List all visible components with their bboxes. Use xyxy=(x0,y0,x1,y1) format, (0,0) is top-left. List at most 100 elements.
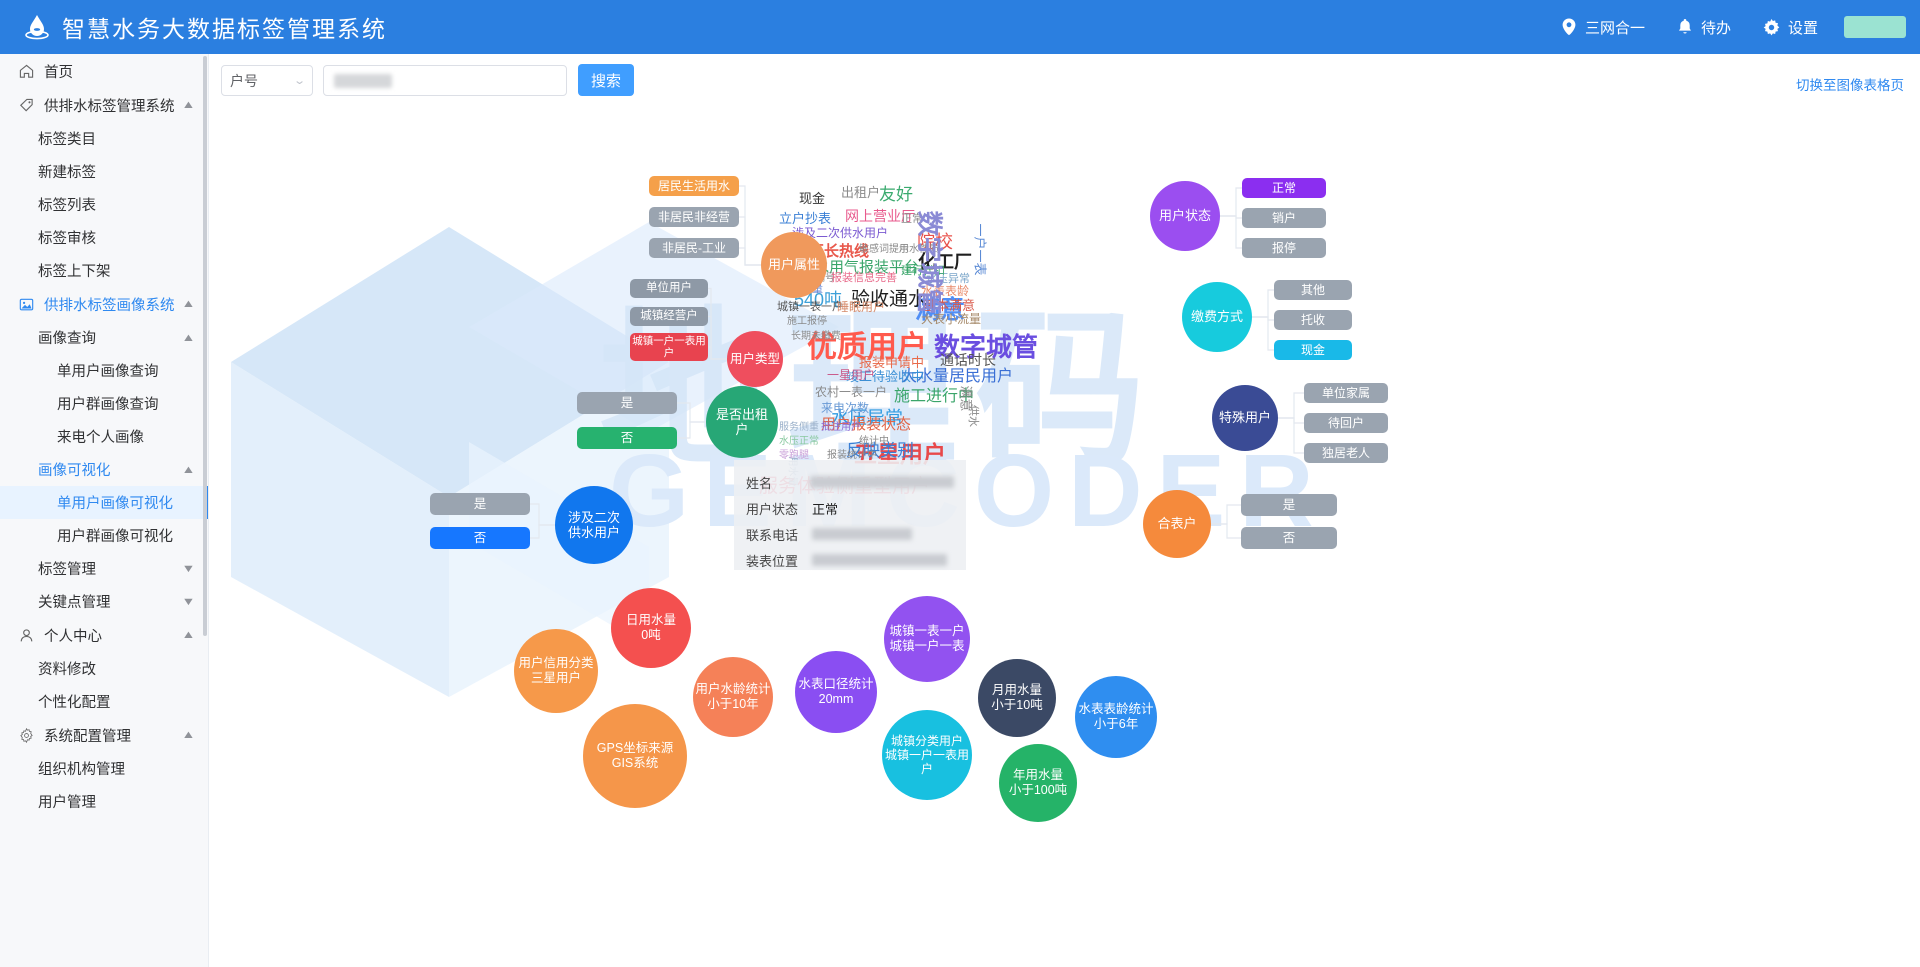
sidebar-item-1[interactable]: 供排水标签管理系统 ▲ xyxy=(0,88,208,122)
search-type-value: 户号 xyxy=(230,72,258,89)
sidebar-item-8[interactable]: 画像查询 ▲ xyxy=(0,321,208,354)
mindmap-node-n7c[interactable]: 独居老人 xyxy=(1304,443,1388,463)
sidebar: 首页 供排水标签管理系统 ▲ 标签类目 新建标签 标签列表 标签审核 标签上下架 供排水标签画像… xyxy=(0,54,209,967)
mindmap-node-n5a[interactable]: 正常 xyxy=(1242,178,1326,198)
mindmap-node-n1a[interactable]: 居民生活用水 xyxy=(649,176,739,196)
header-item-label: 待办 xyxy=(1700,19,1731,37)
mindmap-node-b9[interactable]: 年用水量 小于100吨 xyxy=(999,744,1077,822)
sidebar-item-0[interactable]: 首页 xyxy=(0,54,208,88)
sidebar-item-3[interactable]: 新建标签 xyxy=(0,155,208,188)
sidebar-item-15[interactable]: 标签管理 ▼ xyxy=(0,552,208,585)
mindmap-node-label: 托收 xyxy=(1300,312,1325,327)
sidebar-item-20[interactable]: 系统配置管理 ▲ xyxy=(0,718,208,752)
word-cloud-term-45[interactable]: 水压正常 xyxy=(779,432,819,447)
mindmap-node-n1b[interactable]: 非居民非经营 xyxy=(649,207,739,227)
sidebar-item-4[interactable]: 标签列表 xyxy=(0,188,208,221)
sidebar-item-12[interactable]: 画像可视化 ▲ xyxy=(0,453,208,486)
mindmap-node-n3a[interactable]: 是 xyxy=(577,392,677,414)
mindmap-node-n6b[interactable]: 托收 xyxy=(1274,310,1352,330)
sidebar-item-19[interactable]: 个性化配置 xyxy=(0,685,208,718)
sidebar-item-6[interactable]: 标签上下架 xyxy=(0,254,208,287)
mindmap-node-b3[interactable]: GPS坐标来源 GIS系统 xyxy=(583,704,687,808)
mindmap-node-n5[interactable]: 用户状态 xyxy=(1150,181,1220,251)
word-cloud-term-47[interactable]: 报装统计中 xyxy=(827,446,877,461)
mindmap-node-n3[interactable]: 是否出租 户 xyxy=(706,386,778,458)
sidebar-item-16[interactable]: 关键点管理 ▼ xyxy=(0,585,208,618)
mindmap-node-n4[interactable]: 涉及二次 供水用户 xyxy=(555,486,633,564)
word-cloud-term-37[interactable]: 睡眠用户 xyxy=(837,298,885,315)
word-cloud-term-53[interactable]: 供水 xyxy=(966,405,982,427)
sidebar-item-7[interactable]: 供排水标签画像系统 ▲ xyxy=(0,287,208,321)
word-cloud-term-15[interactable]: 友好 xyxy=(879,180,913,205)
sidebar-item-10[interactable]: 用户群画像查询 xyxy=(0,387,208,420)
sidebar-item-22[interactable]: 用户管理 xyxy=(0,785,208,818)
mindmap-node-n6a[interactable]: 其他 xyxy=(1274,280,1352,300)
mindmap-node-b6[interactable]: 城镇一表一户 城镇一户一表 xyxy=(884,596,970,682)
header-item-sanwang[interactable]: 三网合一 xyxy=(1545,17,1661,38)
mindmap-node-n8b[interactable]: 否 xyxy=(1241,527,1337,549)
mindmap-node-n7b[interactable]: 待回户 xyxy=(1304,413,1388,433)
mindmap-node-n2a[interactable]: 单位用户 xyxy=(630,279,708,298)
mindmap-node-n6c[interactable]: 现金 xyxy=(1274,340,1352,360)
word-cloud-term-17[interactable]: 现金 xyxy=(799,188,825,207)
sidebar-item-2[interactable]: 标签类目 xyxy=(0,122,208,155)
mindmap-node-n4b[interactable]: 否 xyxy=(430,527,530,549)
avatar[interactable] xyxy=(1844,16,1906,38)
word-cloud-term-49[interactable]: 统计中 xyxy=(859,432,889,447)
word-cloud-term-31[interactable]: 农村一表一户 xyxy=(815,383,887,400)
mindmap-node-n3b[interactable]: 否 xyxy=(577,427,677,449)
sidebar-item-9[interactable]: 单用户画像查询 xyxy=(0,354,208,387)
header-item-settings[interactable]: 设置 xyxy=(1747,17,1834,38)
header-item-todo[interactable]: 待办 xyxy=(1661,17,1747,38)
word-cloud-term-51[interactable]: 数字城管 xyxy=(913,210,950,314)
sidebar-scrollbar[interactable] xyxy=(203,56,207,636)
mindmap-node-n2c[interactable]: 城镇一户一表用 户 xyxy=(630,333,708,361)
mindmap-node-n2[interactable]: 用户类型 xyxy=(727,331,783,387)
info-row-label: 用户状态 xyxy=(746,501,799,517)
sidebar-item-5[interactable]: 标签审核 xyxy=(0,221,208,254)
mindmap-node-b5[interactable]: 水表口径统计 20mm xyxy=(795,651,877,733)
search-type-select[interactable]: 户号 ⌄ xyxy=(221,65,313,96)
word-cloud-term-30[interactable]: 一星用户 xyxy=(827,366,875,383)
header-actions: 三网合一 待办 设置 xyxy=(1545,16,1906,38)
word-cloud-term-32[interactable]: 来电次数 xyxy=(821,399,869,416)
word-cloud-term-44[interactable]: 服务侧重 xyxy=(779,418,819,433)
mindmap-node-b7[interactable]: 城镇分类用户 城镇一户一表用 户 xyxy=(882,710,972,800)
search-input[interactable] xyxy=(323,65,567,96)
word-cloud-term-50[interactable]: 一户一表 xyxy=(972,223,991,275)
mindmap-node-b1[interactable]: 用户信用分类 三星用户 xyxy=(514,629,598,713)
search-button[interactable]: 搜索 xyxy=(578,64,634,96)
sidebar-item-label: 个人中心 xyxy=(44,628,102,645)
mindmap-node-n8[interactable]: 合表户 xyxy=(1143,490,1211,558)
mindmap-node-n2b[interactable]: 城镇经营户 xyxy=(630,307,708,326)
mindmap-node-b10[interactable]: 水表表龄统计 小于6年 xyxy=(1075,676,1157,758)
mindmap-node-n8a[interactable]: 是 xyxy=(1241,494,1337,516)
mindmap-node-n6[interactable]: 缴费方式 xyxy=(1182,282,1252,352)
mindmap-node-n4a[interactable]: 是 xyxy=(430,493,530,515)
mindmap-node-label: 否 xyxy=(1282,530,1296,545)
mindmap-node-n5b[interactable]: 销户 xyxy=(1242,208,1326,228)
sidebar-item-13[interactable]: 单用户画像可视化 xyxy=(0,486,208,519)
word-cloud-term-35[interactable]: 报装信息完善 xyxy=(831,269,897,285)
word-cloud-term-13[interactable]: 立户抄表 xyxy=(779,208,831,227)
mindmap-node-label: 其他 xyxy=(1300,282,1325,297)
sidebar-item-11[interactable]: 来电个人画像 xyxy=(0,420,208,453)
sidebar-item-14[interactable]: 用户群画像可视化 xyxy=(0,519,208,552)
mindmap-node-n1c[interactable]: 非居民-工业 xyxy=(649,238,739,258)
sidebar-item-18[interactable]: 资料修改 xyxy=(0,652,208,685)
sidebar-item-21[interactable]: 组织机构管理 xyxy=(0,752,208,785)
word-cloud-term-41[interactable]: 施工报停 xyxy=(787,312,827,327)
sidebar-item-17[interactable]: 个人中心 ▲ xyxy=(0,618,208,652)
mindmap-node-n5c[interactable]: 报停 xyxy=(1242,238,1326,258)
mindmap-node-b8[interactable]: 月用水量 小于10吨 xyxy=(978,659,1056,737)
header-item-label: 三网合一 xyxy=(1584,19,1645,37)
mindmap-node-b4[interactable]: 用户水龄统计 小于10年 xyxy=(693,657,773,737)
mindmap-node-n1[interactable]: 用户属性 xyxy=(761,232,827,298)
mindmap-node-n7[interactable]: 特殊用户 xyxy=(1212,385,1278,451)
word-cloud-term-42[interactable]: 长期未缴费 xyxy=(791,327,841,342)
mindmap-node-b2[interactable]: 日用水量 0吨 xyxy=(611,588,691,668)
mindmap-node-n7a[interactable]: 单位家属 xyxy=(1304,383,1388,403)
switch-to-table-link[interactable]: 切换至图像表格页 xyxy=(1796,74,1904,94)
word-cloud-term-16[interactable]: 出租户 xyxy=(841,182,880,201)
word-cloud-term-48[interactable]: 批注用户 xyxy=(821,418,861,433)
